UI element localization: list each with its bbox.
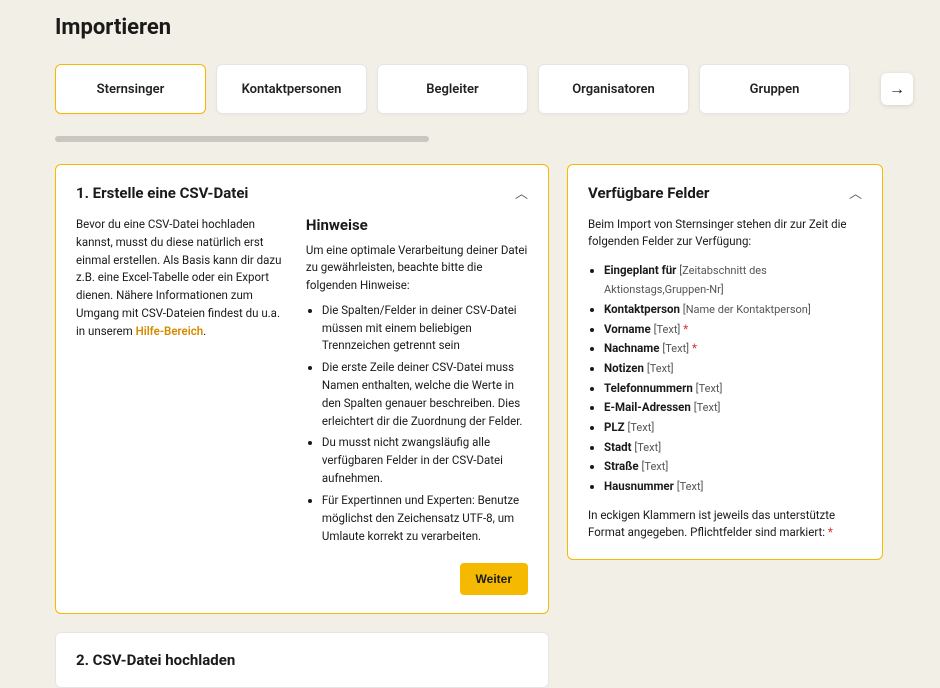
tab-gruppen[interactable]: Gruppen bbox=[699, 64, 850, 114]
available-fields-note: In eckigen Klammern ist jeweils das unte… bbox=[588, 507, 862, 542]
step-1-panel: 1. Erstelle eine CSV-Datei ︿ Bevor du ei… bbox=[55, 164, 549, 614]
step-2-panel: 2. CSV-Datei hochladen bbox=[55, 632, 549, 688]
tab-sternsinger[interactable]: Sternsinger bbox=[55, 64, 206, 114]
step-1-title: 1. Erstelle eine CSV-Datei bbox=[76, 184, 248, 202]
tab-begleiter[interactable]: Begleiter bbox=[377, 64, 528, 114]
field-name: Vorname bbox=[604, 322, 651, 336]
field-format: [Text] bbox=[647, 362, 674, 375]
field-format: [Text] bbox=[694, 401, 721, 414]
field-name: Telefonnummern bbox=[604, 381, 693, 395]
page-title: Importieren bbox=[55, 15, 885, 40]
step-1-intro-prefix: Bevor du eine CSV-Datei hochladen kannst… bbox=[76, 217, 281, 338]
hints-heading: Hinweise bbox=[306, 216, 528, 234]
note-text: In eckigen Klammern ist jeweils das unte… bbox=[588, 508, 835, 539]
field-item: Straße [Text] bbox=[604, 457, 862, 477]
field-item: Vorname [Text] * bbox=[604, 320, 862, 340]
collapse-icon[interactable]: ︿ bbox=[849, 183, 862, 202]
hints-section: Hinweise Um eine optimale Verarbeitung d… bbox=[306, 216, 528, 549]
hint-item: Die erste Zeile deiner CSV-Datei muss Na… bbox=[322, 359, 528, 430]
field-name: Eingeplant für bbox=[604, 263, 676, 277]
field-name: Straße bbox=[604, 459, 639, 473]
available-fields-intro: Beim Import von Sternsinger stehen dir z… bbox=[588, 216, 862, 251]
field-item: Kontaktperson [Name der Kontaktperson] bbox=[604, 300, 862, 320]
field-item: Nachname [Text] * bbox=[604, 339, 862, 359]
field-format: [Text] bbox=[654, 323, 681, 336]
field-name: E-Mail-Adressen bbox=[604, 400, 691, 414]
continue-button[interactable]: Weiter bbox=[460, 563, 528, 595]
step-1-intro-suffix: . bbox=[203, 324, 206, 338]
available-fields-panel: Verfügbare Felder ︿ Beim Import von Ster… bbox=[567, 164, 883, 560]
field-item: PLZ [Text] bbox=[604, 418, 862, 438]
field-format: [Text] bbox=[627, 421, 654, 434]
tabs-scrollbar-track[interactable] bbox=[55, 136, 885, 142]
fields-list: Eingeplant für [Zeitabschnitt des Aktion… bbox=[588, 261, 862, 497]
field-item: Notizen [Text] bbox=[604, 359, 862, 379]
field-format: [Text] bbox=[662, 342, 689, 355]
field-name: Hausnummer bbox=[604, 479, 674, 493]
tabs-next-button[interactable]: → bbox=[881, 73, 913, 105]
field-name: Kontaktperson bbox=[604, 302, 680, 316]
required-marker-icon: * bbox=[683, 322, 688, 336]
field-name: Stadt bbox=[604, 440, 632, 454]
field-format: [Text] bbox=[696, 382, 723, 395]
field-format: [Name der Kontaktperson] bbox=[683, 303, 811, 316]
field-item: Eingeplant für [Zeitabschnitt des Aktion… bbox=[604, 261, 862, 300]
field-item: Hausnummer [Text] bbox=[604, 477, 862, 497]
field-name: Nachname bbox=[604, 341, 659, 355]
required-marker-icon: * bbox=[828, 525, 833, 539]
field-format: [Text] bbox=[634, 441, 661, 454]
field-item: Stadt [Text] bbox=[604, 438, 862, 458]
required-marker-icon: * bbox=[692, 341, 697, 355]
tab-organisatoren[interactable]: Organisatoren bbox=[538, 64, 689, 114]
tabs-scrollbar-thumb[interactable] bbox=[55, 136, 429, 142]
available-fields-title: Verfügbare Felder bbox=[588, 184, 709, 202]
arrow-right-icon: → bbox=[889, 79, 905, 99]
field-format: [Text] bbox=[642, 460, 669, 473]
step-1-intro: Bevor du eine CSV-Datei hochladen kannst… bbox=[76, 216, 284, 549]
hint-item: Für Expertinnen und Experten: Benutze mö… bbox=[322, 492, 528, 545]
collapse-icon[interactable]: ︿ bbox=[515, 183, 528, 202]
field-item: Telefonnummern [Text] bbox=[604, 379, 862, 399]
field-name: PLZ bbox=[604, 420, 625, 434]
tab-kontaktpersonen[interactable]: Kontaktpersonen bbox=[216, 64, 367, 114]
field-item: E-Mail-Adressen [Text] bbox=[604, 398, 862, 418]
hints-list: Die Spalten/Felder in deiner CSV-Datei m… bbox=[306, 302, 528, 546]
tabs-list: Sternsinger Kontaktpersonen Begleiter Or… bbox=[55, 64, 885, 124]
hint-item: Die Spalten/Felder in deiner CSV-Datei m… bbox=[322, 302, 528, 355]
hint-item: Du musst nicht zwangsläufig alle verfügb… bbox=[322, 434, 528, 487]
field-format: [Text] bbox=[677, 480, 704, 493]
field-name: Notizen bbox=[604, 361, 644, 375]
tabs-container: Sternsinger Kontaktpersonen Begleiter Or… bbox=[55, 64, 885, 124]
step-2-title: 2. CSV-Datei hochladen bbox=[76, 651, 235, 669]
hints-intro: Um eine optimale Verarbeitung deiner Dat… bbox=[306, 242, 528, 294]
help-link[interactable]: Hilfe-Bereich bbox=[136, 324, 204, 338]
